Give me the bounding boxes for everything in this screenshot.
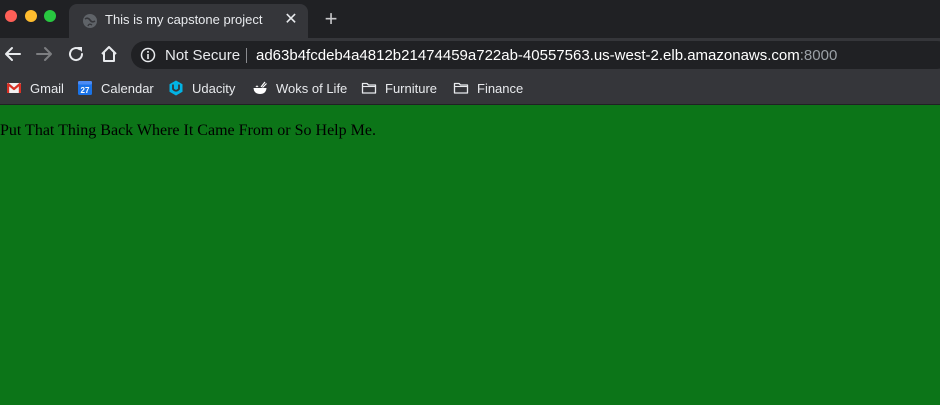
tab-title: This is my capstone project	[105, 12, 263, 27]
window-minimize-button[interactable]	[25, 10, 37, 22]
bookmarks-bar: Gmail 27 Calendar Udacity Woks of Life F…	[0, 71, 940, 105]
folder-icon	[453, 82, 469, 94]
reload-icon[interactable]	[66, 44, 86, 64]
address-divider	[246, 48, 247, 63]
page-message: Put That Thing Back Where It Came From o…	[0, 122, 376, 139]
bookmark-label: Finance	[477, 80, 524, 96]
bookmark-label: Furniture	[385, 80, 438, 96]
udacity-icon	[169, 80, 183, 96]
bookmark-label: Gmail	[30, 80, 64, 96]
bookmark-label: Udacity	[192, 80, 236, 96]
tab-strip: This is my capstone project ✕ +	[0, 0, 940, 38]
address-bar[interactable]: Not Secure ad63b4fcdeb4a4812b21474459a72…	[131, 41, 940, 69]
toolbar: Not Secure ad63b4fcdeb4a4812b21474459a72…	[0, 38, 940, 71]
bookmark-label: Woks of Life	[276, 80, 348, 96]
new-tab-button[interactable]: +	[320, 8, 342, 30]
home-icon[interactable]	[99, 44, 119, 64]
info-icon[interactable]	[140, 47, 156, 63]
calendar-icon: 27	[78, 81, 92, 95]
arrow-left-icon[interactable]	[3, 44, 23, 64]
browser-chrome: This is my capstone project ✕ + Not Secu…	[0, 0, 940, 105]
bookmark-gmail[interactable]: Gmail	[6, 78, 64, 98]
bookmark-label: Calendar	[101, 80, 154, 96]
close-tab-icon[interactable]: ✕	[282, 11, 300, 29]
bookmark-calendar[interactable]: 27 Calendar	[77, 78, 154, 98]
arrow-right-icon[interactable]	[34, 44, 54, 64]
bookmark-udacity[interactable]: Udacity	[168, 78, 235, 98]
url-text[interactable]: ad63b4fcdeb4a4812b21474459a722ab-4055756…	[256, 47, 837, 64]
window-close-button[interactable]	[5, 10, 17, 22]
gmail-icon	[6, 82, 22, 93]
globe-icon	[83, 14, 97, 28]
security-label[interactable]: Not Secure	[165, 47, 240, 64]
url-host: ad63b4fcdeb4a4812b21474459a722ab-4055756…	[256, 47, 800, 64]
calendar-icon-date: 27	[81, 86, 90, 95]
folder-icon	[361, 82, 377, 94]
active-tab[interactable]: This is my capstone project ✕	[69, 4, 308, 38]
bowl-icon	[253, 81, 267, 94]
url-port: :8000	[799, 47, 838, 64]
bookmark-woks-of-life[interactable]: Woks of Life	[252, 78, 347, 98]
page-content: Put That Thing Back Where It Came From o…	[0, 105, 940, 405]
bookmark-folder-finance[interactable]: Finance	[453, 78, 523, 98]
window-maximize-button[interactable]	[44, 10, 56, 22]
bookmark-folder-furniture[interactable]: Furniture	[361, 78, 437, 98]
